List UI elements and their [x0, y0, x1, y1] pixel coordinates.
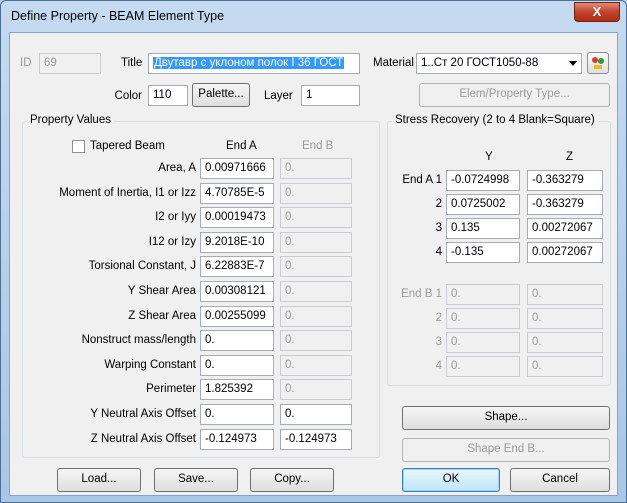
end_a-y-field[interactable]: 0.0725002	[446, 194, 520, 215]
layer-label: Layer	[264, 90, 293, 102]
color-label: Color	[114, 90, 142, 102]
end-b-field[interactable]: 0.	[280, 256, 352, 277]
elem-property-type-button[interactable]: Elem/Property Type...	[419, 83, 610, 107]
tapered-beam-label: Tapered Beam	[90, 140, 165, 152]
end-b-field[interactable]: 0.	[280, 355, 352, 376]
dialog-window: Define Property - BEAM Element Type X ID…	[0, 0, 627, 503]
end-a-field[interactable]: 4.70785E-5	[200, 183, 274, 204]
end-a-field[interactable]: 9.2018E-10	[200, 232, 274, 253]
end-a-header: End A	[226, 140, 257, 152]
end_a-z-field[interactable]: 0.00272067	[527, 242, 603, 263]
end-b-field[interactable]: 0.	[280, 158, 352, 179]
end-b-header: End B	[302, 140, 334, 152]
end_b-y-field[interactable]: 0.	[446, 356, 520, 377]
end_b-z-field[interactable]: 0.	[527, 356, 603, 377]
end_a-y-field[interactable]: -0.135	[446, 242, 520, 263]
property-row-label: I12 or Izy	[148, 236, 196, 248]
end-b-field[interactable]: 0.	[280, 306, 352, 327]
copy-button[interactable]: Copy...	[250, 468, 334, 492]
end_a-z-field[interactable]: 0.00272067	[527, 218, 603, 239]
property-row-label: Torsional Constant, J	[88, 260, 196, 272]
color-field[interactable]: 110	[148, 85, 188, 106]
end_a-point-label: 3	[435, 222, 442, 234]
end-a-field[interactable]: 0.00971666	[200, 158, 274, 179]
end_b-point-label: End B 1	[401, 288, 442, 300]
end_b-point-label: 2	[435, 312, 442, 324]
end-a-field[interactable]: 0.00308121	[200, 281, 274, 302]
end_b-point-label: 3	[435, 336, 442, 348]
property-row-label: Nonstruct mass/length	[81, 334, 196, 346]
end_a-point-label: End A 1	[402, 174, 442, 186]
title-label: Title	[121, 57, 143, 69]
end_b-z-field[interactable]: 0.	[527, 284, 603, 305]
end-a-field[interactable]: 0.	[200, 355, 274, 376]
property-row-label: I2 or Iyy	[155, 211, 196, 223]
layer-field[interactable]: 1	[301, 85, 360, 106]
end-a-field[interactable]: 6.22883E-7	[200, 256, 274, 277]
tapered-beam-checkbox[interactable]	[72, 140, 85, 153]
material-picker-icon	[592, 57, 604, 69]
end-a-field[interactable]: 0.	[200, 404, 274, 425]
end_a-y-field[interactable]: -0.0724998	[446, 170, 520, 191]
cancel-button[interactable]: Cancel	[510, 468, 610, 492]
property-row-label: Z Shear Area	[128, 310, 196, 322]
end_a-z-field[interactable]: -0.363279	[527, 194, 603, 215]
end-a-field[interactable]: 1.825392	[200, 379, 274, 400]
material-label: Material	[373, 57, 414, 69]
end-a-field[interactable]: -0.124973	[200, 429, 274, 450]
property-row-label: Perimeter	[146, 383, 196, 395]
end_b-point-label: 4	[435, 360, 442, 372]
stress-recovery-title: Stress Recovery (2 to 4 Blank=Square)	[392, 114, 598, 126]
save-button[interactable]: Save...	[154, 468, 238, 492]
property-row-label: Area, A	[158, 162, 196, 174]
title-input-value: Двутавр с уклоном полок I 36 ГОСТ	[153, 57, 345, 69]
property-row-label: Y Neutral Axis Offset	[90, 408, 196, 420]
end-b-field[interactable]: 0.	[280, 207, 352, 228]
end-b-field[interactable]: -0.124973	[280, 429, 352, 450]
end_a-point-label: 2	[435, 198, 442, 210]
property-values-title: Property Values	[27, 114, 114, 126]
end_a-y-field[interactable]: 0.135	[446, 218, 520, 239]
end-b-field[interactable]: 0.	[280, 281, 352, 302]
id-field: 69	[39, 53, 101, 74]
end_a-point-label: 4	[435, 246, 442, 258]
load-button[interactable]: Load...	[57, 468, 141, 492]
end-b-field[interactable]: 0.	[280, 232, 352, 253]
y-header: Y	[485, 151, 493, 163]
end-a-field[interactable]: 0.	[200, 330, 274, 351]
end-b-field[interactable]: 0.	[280, 379, 352, 400]
end_a-z-field[interactable]: -0.363279	[527, 170, 603, 191]
title-bar[interactable]: Define Property - BEAM Element Type X	[1, 1, 626, 31]
material-picker-button[interactable]	[587, 52, 609, 74]
end-b-field[interactable]: 0.	[280, 183, 352, 204]
shape-end-b-button[interactable]: Shape End B...	[402, 438, 610, 462]
window-title: Define Property - BEAM Element Type	[11, 9, 225, 23]
property-row-label: Z Neutral Axis Offset	[90, 433, 196, 445]
material-select[interactable]: 1..Ст 20 ГОСТ1050-88	[416, 53, 582, 74]
ok-button[interactable]: OK	[402, 468, 500, 492]
z-header: Z	[566, 151, 574, 163]
id-label: ID	[20, 57, 32, 69]
palette-button[interactable]: Palette...	[192, 83, 250, 107]
end_b-y-field[interactable]: 0.	[446, 308, 520, 329]
end-b-field[interactable]: 0.	[280, 404, 352, 425]
close-button[interactable]: X	[574, 2, 620, 22]
end-a-field[interactable]: 0.00255099	[200, 306, 274, 327]
end_b-z-field[interactable]: 0.	[527, 332, 603, 353]
property-row-label: Y Shear Area	[127, 285, 196, 297]
property-row-label: Warping Constant	[104, 359, 196, 371]
end_b-y-field[interactable]: 0.	[446, 332, 520, 353]
dialog-client: ID 69 Title Двутавр с уклоном полок I 36…	[9, 32, 618, 496]
property-row-label: Moment of Inertia, I1 or Izz	[59, 187, 196, 199]
chevron-down-icon	[569, 61, 577, 66]
title-input[interactable]: Двутавр с уклоном полок I 36 ГОСТ	[148, 53, 360, 74]
end_b-z-field[interactable]: 0.	[527, 308, 603, 329]
end-a-field[interactable]: 0.00019473	[200, 207, 274, 228]
material-select-value: 1..Ст 20 ГОСТ1050-88	[421, 57, 539, 69]
end_b-y-field[interactable]: 0.	[446, 284, 520, 305]
shape-button[interactable]: Shape...	[402, 406, 610, 430]
end-b-field[interactable]: 0.	[280, 330, 352, 351]
